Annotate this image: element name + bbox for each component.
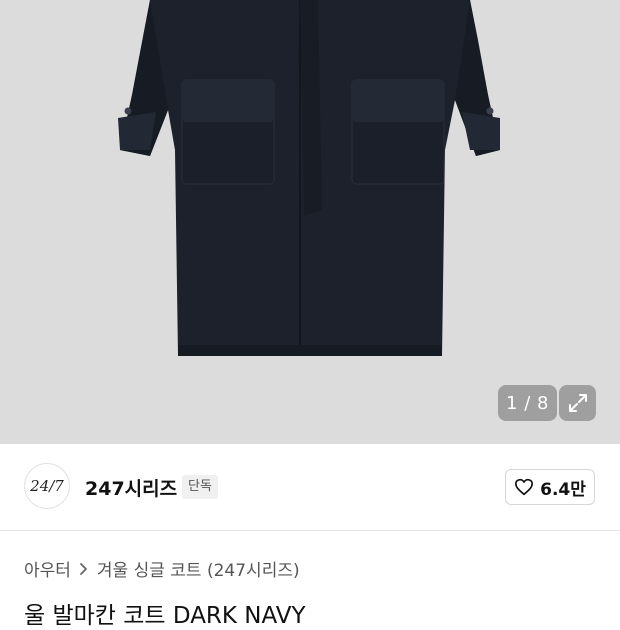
breadcrumb-subcategory[interactable]: 겨울 싱글 코트 (247시리즈) (97, 556, 300, 581)
chevron-right-icon (79, 562, 89, 576)
exclusive-badge: 단독 (182, 475, 218, 499)
product-image[interactable] (0, 0, 620, 444)
brand-logo[interactable]: 24/7 (24, 463, 70, 509)
expand-button[interactable] (559, 385, 596, 421)
image-counter: 1 / 8 (498, 385, 557, 421)
brand-name[interactable]: 247시리즈 (85, 474, 177, 501)
product-image-gallery[interactable]: 1 / 8 (0, 0, 620, 444)
expand-icon (568, 394, 587, 412)
like-count: 6.4만 (540, 479, 586, 500)
heart-outline-icon (515, 478, 534, 496)
brand-like-button[interactable]: 6.4만 (505, 469, 595, 505)
product-title: 울 발마칸 코트 DARK NAVY (24, 603, 306, 629)
breadcrumb-category[interactable]: 아우터 (24, 556, 71, 581)
breadcrumb: 아우터 겨울 싱글 코트 (247시리즈) (24, 556, 300, 581)
